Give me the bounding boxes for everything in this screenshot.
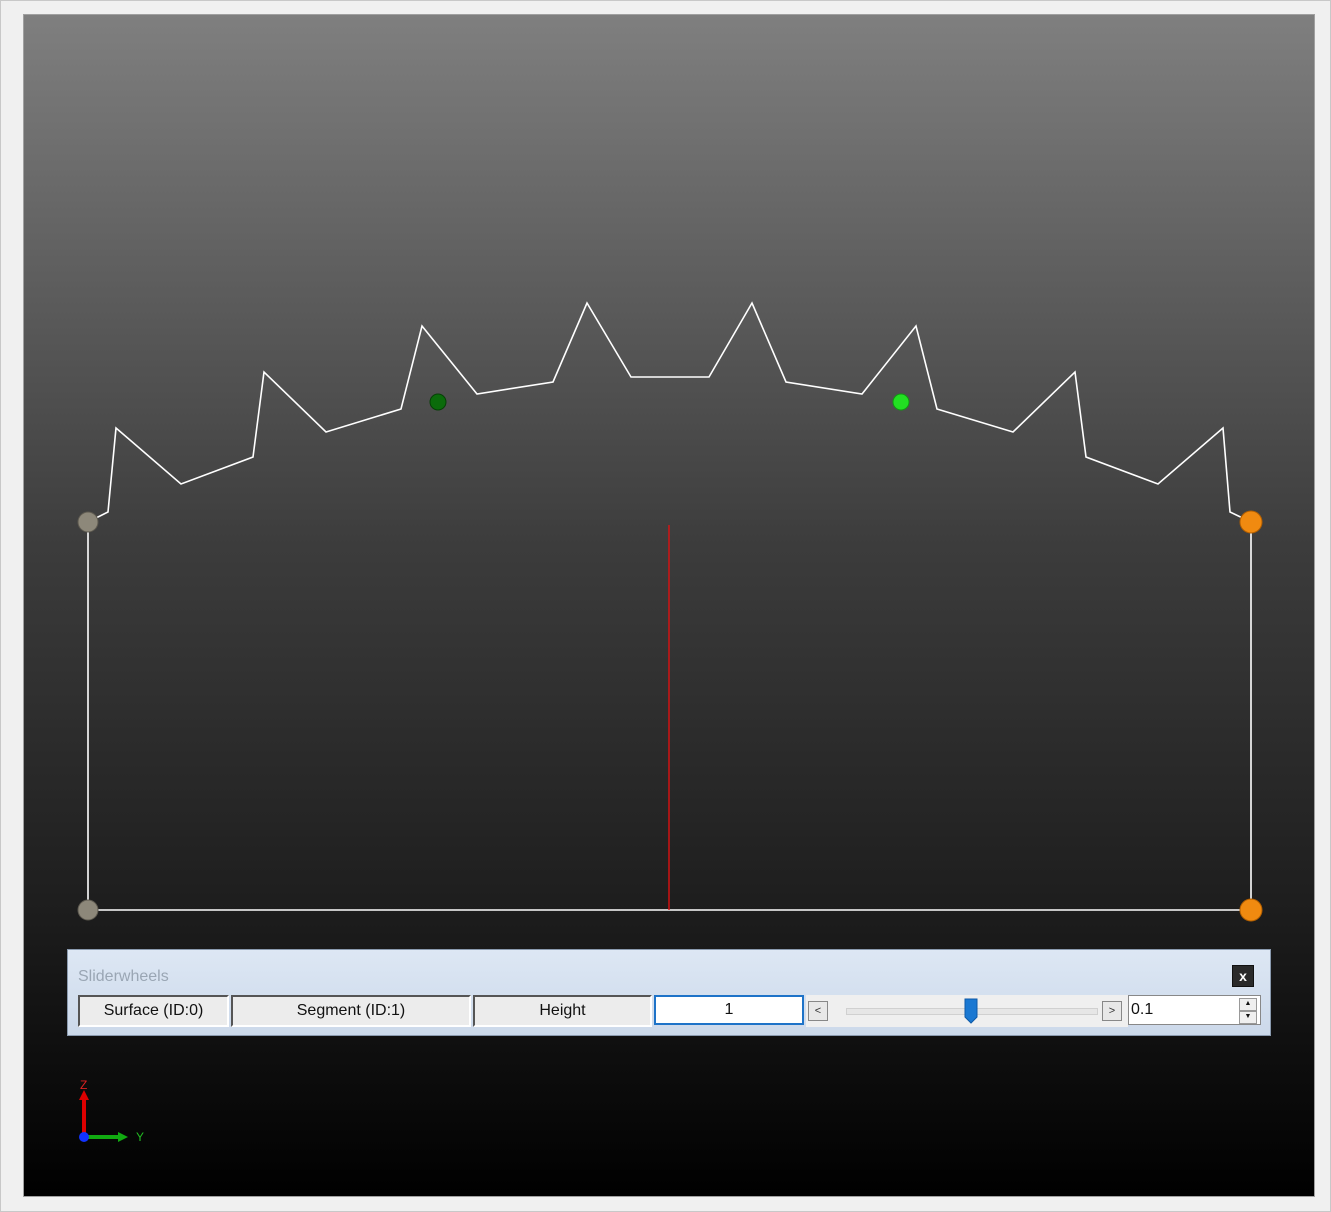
control-point-dark-green[interactable]: [429, 393, 447, 411]
panel-title: Sliderwheels: [78, 968, 169, 985]
spin-down-button[interactable]: ▼: [1239, 1011, 1257, 1024]
control-point-gray-bottom[interactable]: [77, 899, 99, 921]
segment-label: Segment (ID:1): [231, 995, 471, 1027]
surface-label: Surface (ID:0): [78, 995, 229, 1027]
slider-thumb[interactable]: [964, 998, 978, 1024]
sliderwheels-panel: Sliderwheels x Surface (ID:0) Segment (I…: [67, 949, 1271, 1036]
step-spinner[interactable]: ▲ ▼: [1239, 998, 1257, 1024]
axis-triad: Z Y: [79, 1078, 144, 1144]
slider-row: Surface (ID:0) Segment (ID:1) Height 1 <…: [78, 995, 1261, 1027]
close-button[interactable]: x: [1232, 965, 1254, 987]
control-point-orange-bottom[interactable]: [1239, 898, 1263, 922]
control-point-gray-top[interactable]: [77, 511, 99, 533]
step-field[interactable]: 0.1 ▲ ▼: [1128, 995, 1261, 1025]
control-point-orange-top[interactable]: [1239, 510, 1263, 534]
spin-up-button[interactable]: ▲: [1239, 998, 1257, 1011]
parameter-label: Height: [473, 995, 652, 1027]
step-value: 0.1: [1131, 1001, 1154, 1018]
decrement-button[interactable]: <: [808, 1001, 828, 1021]
value-field[interactable]: 1: [654, 995, 804, 1025]
axis-z-label: Z: [80, 1078, 87, 1092]
increment-button[interactable]: >: [1102, 1001, 1122, 1021]
slider-control: < >: [806, 995, 1128, 1027]
control-point-bright-green[interactable]: [892, 393, 910, 411]
axis-y-label: Y: [136, 1130, 144, 1144]
